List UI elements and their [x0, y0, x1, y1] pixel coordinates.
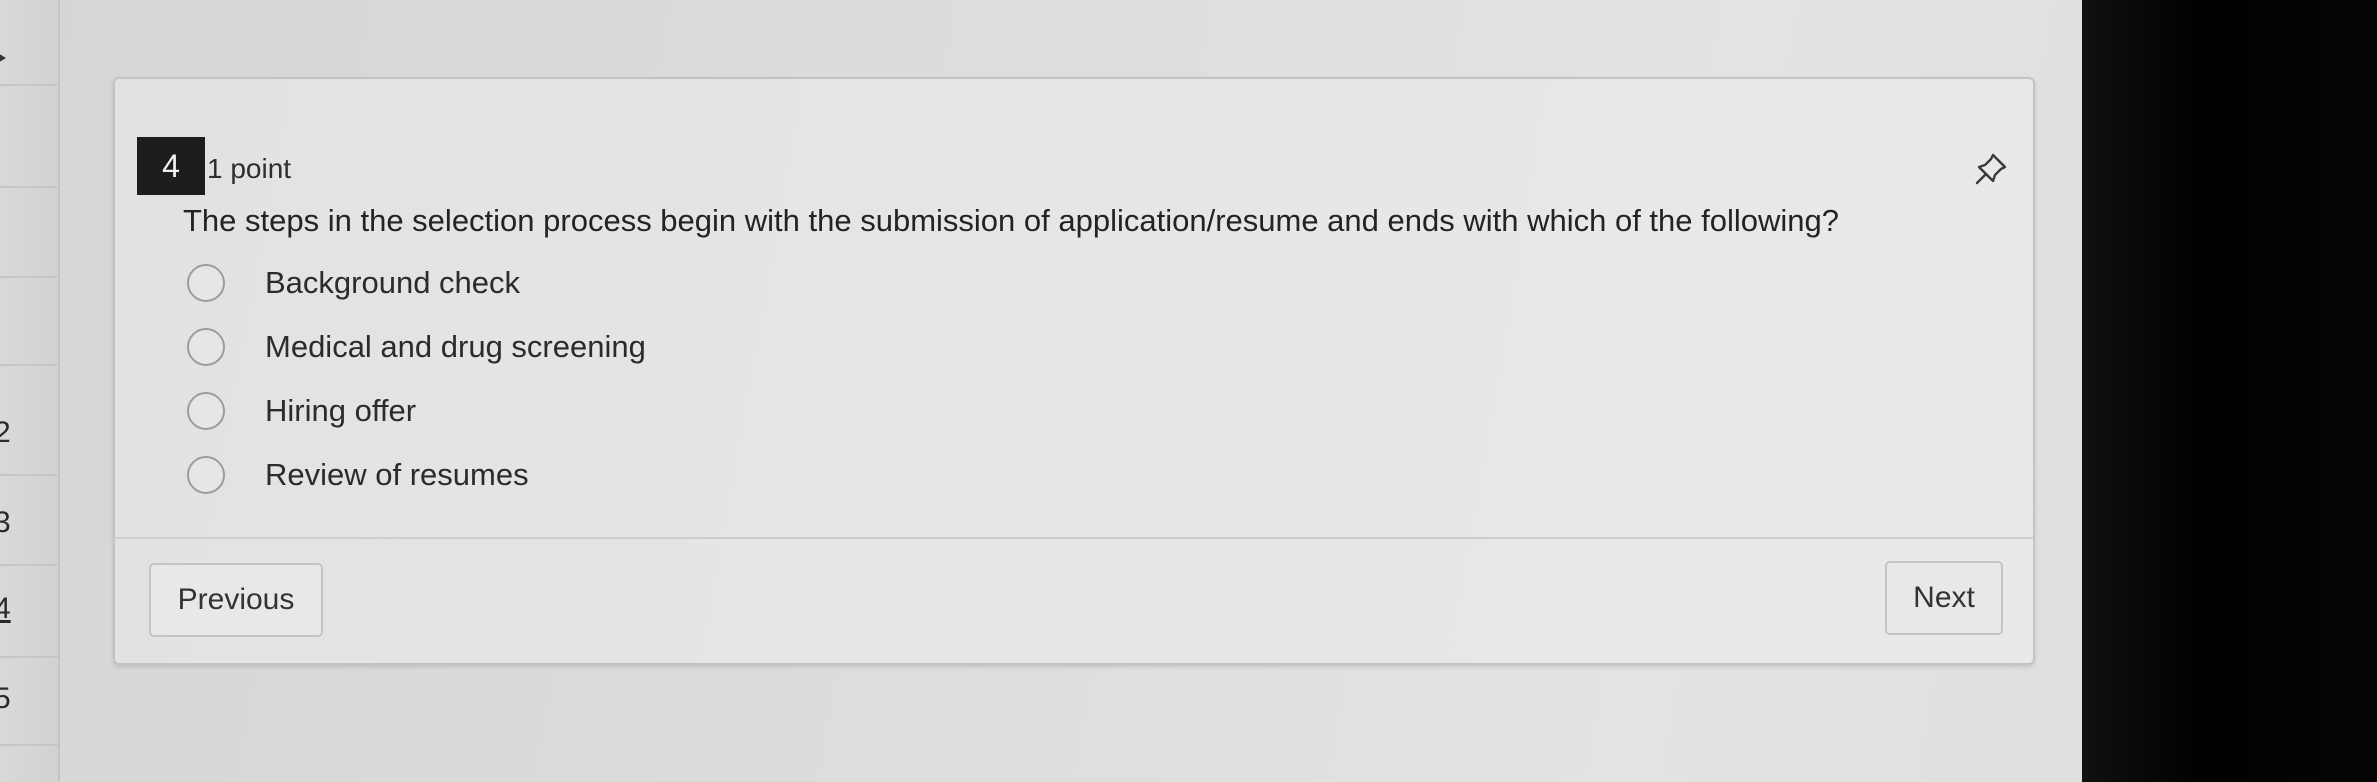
- footer-divider: [115, 537, 2033, 539]
- radio-button[interactable]: [187, 456, 225, 494]
- question-points: 1 point: [207, 153, 292, 184]
- next-button[interactable]: Next: [1885, 561, 2003, 635]
- answer-option[interactable]: Review of resumes: [187, 455, 529, 495]
- question-text: The steps in the selection process begin…: [183, 203, 1839, 238]
- radio-button[interactable]: [187, 264, 225, 302]
- question-nav-item[interactable]: [0, 0, 58, 86]
- current-arrow-icon: [0, 52, 6, 64]
- answer-option-label: Review of resumes: [265, 457, 529, 492]
- pin-icon[interactable]: [1971, 149, 2011, 189]
- answer-option[interactable]: Medical and drug screening: [187, 327, 646, 367]
- question-nav-number: 2: [0, 416, 11, 449]
- question-nav-number: 3: [0, 506, 11, 539]
- question-number-badge: 4: [137, 137, 205, 195]
- question-nav-item[interactable]: 5: [0, 658, 58, 746]
- answer-option-label: Hiring offer: [265, 393, 417, 428]
- radio-button[interactable]: [187, 392, 225, 430]
- question-nav-item[interactable]: [0, 278, 58, 366]
- previous-button[interactable]: Previous: [149, 563, 323, 637]
- question-card: 4 1 point The steps in the selection pro…: [113, 77, 2035, 665]
- answer-option-label: Medical and drug screening: [265, 329, 646, 364]
- question-navigator: 2 3 4 5: [0, 0, 60, 782]
- question-nav-item[interactable]: [0, 188, 58, 278]
- dark-background-region: [2082, 0, 2377, 782]
- question-nav-item[interactable]: [0, 108, 58, 188]
- answer-option[interactable]: Hiring offer: [187, 391, 416, 431]
- question-nav-number: 5: [0, 682, 11, 715]
- question-nav-item-current[interactable]: 4: [0, 566, 58, 658]
- answer-option[interactable]: Background check: [187, 263, 520, 303]
- question-nav-item[interactable]: 3: [0, 476, 58, 566]
- answer-option-label: Background check: [265, 265, 521, 300]
- question-nav-number: 4: [0, 592, 11, 625]
- radio-button[interactable]: [187, 328, 225, 366]
- question-nav-item[interactable]: 2: [0, 366, 58, 476]
